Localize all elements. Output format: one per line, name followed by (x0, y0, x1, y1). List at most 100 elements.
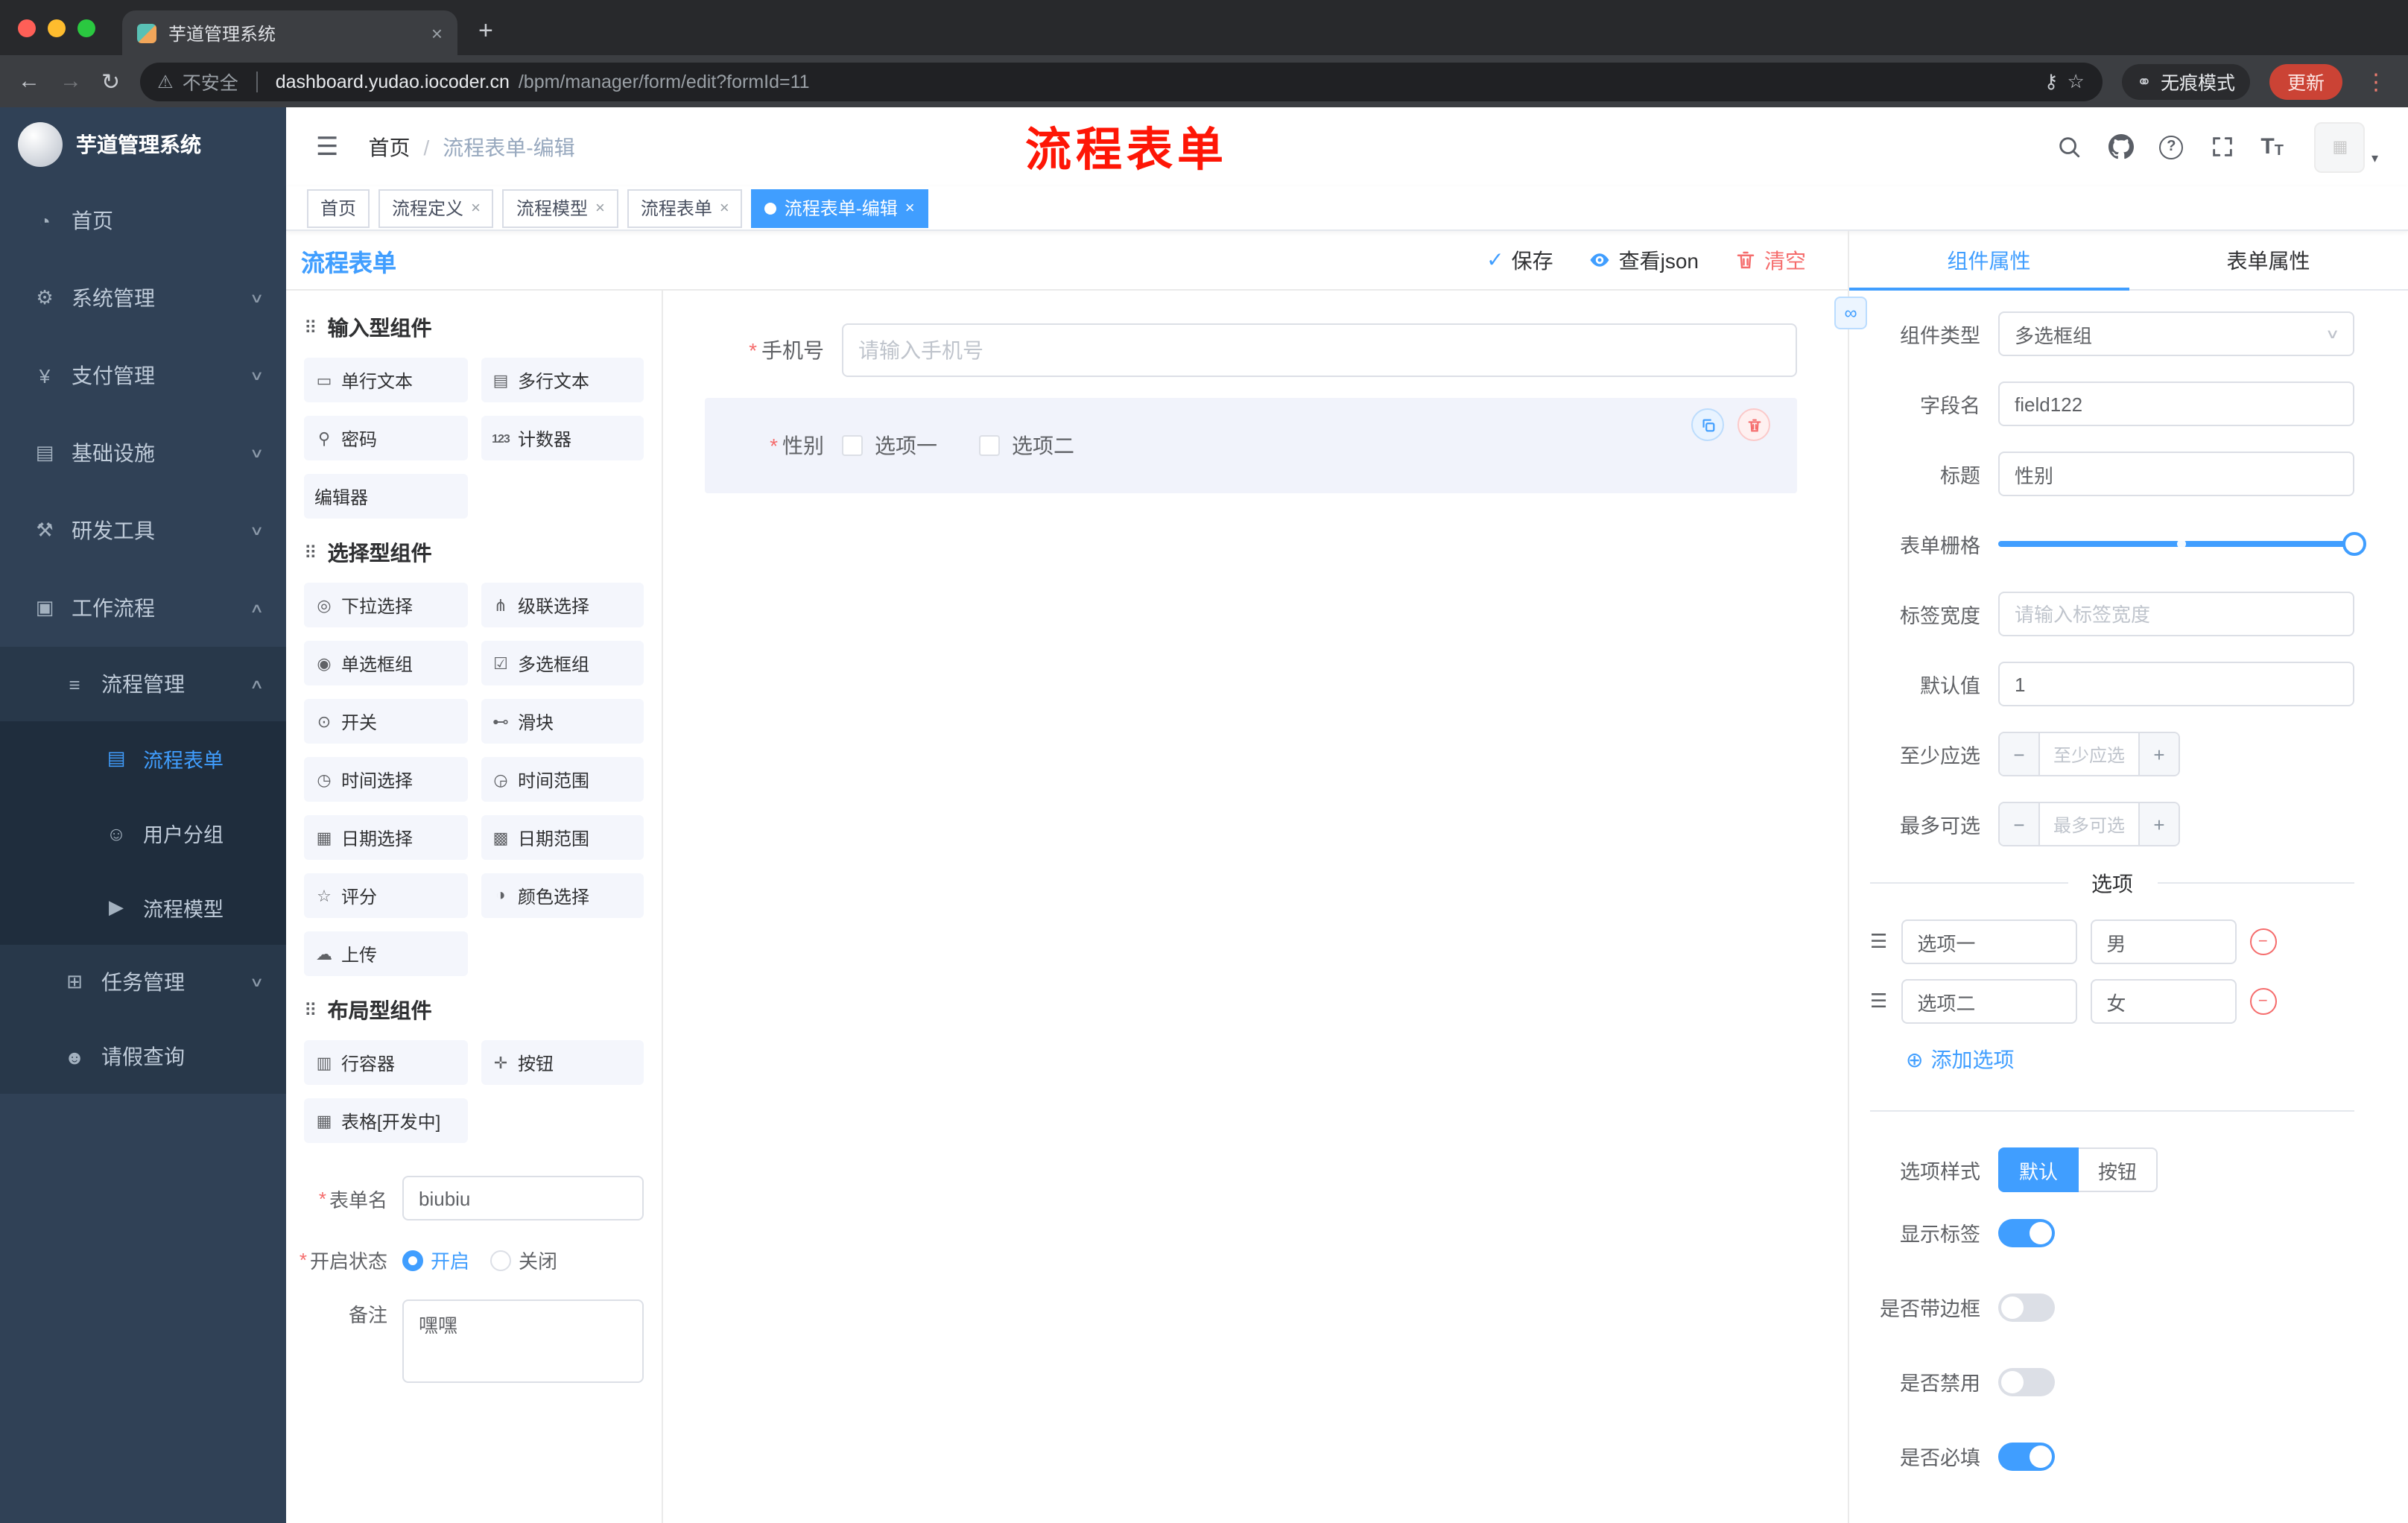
user-menu[interactable]: ▦ ▾ (2314, 121, 2378, 172)
palette-chip-upload[interactable]: ☁ 上传 (304, 931, 467, 976)
option-1-value-input[interactable] (2090, 919, 2237, 964)
security-label[interactable]: 不安全 (183, 67, 238, 95)
canvas-field-gender-selected[interactable]: * 性别 选项一 选项二 (705, 398, 1797, 493)
remove-option-button[interactable]: − (2249, 988, 2277, 1015)
title-input[interactable] (1998, 452, 2354, 496)
min-select-value[interactable]: 至少应选 (2040, 733, 2138, 775)
palette-chip-time-picker[interactable]: ◷ 时间选择 (304, 757, 467, 802)
drag-handle-icon[interactable]: ☰ (1870, 990, 1887, 1013)
palette-chip-button[interactable]: ✛ 按钮 (481, 1040, 644, 1085)
status-open-radio[interactable]: 开启 (402, 1246, 469, 1274)
reload-icon[interactable]: ↻ (101, 68, 120, 95)
form-remark-textarea[interactable]: 嘿嘿 (402, 1299, 644, 1383)
sidebar-item-dev-tools[interactable]: ⚒ 研发工具 ∨ (0, 492, 286, 569)
status-closed-radio[interactable]: 关闭 (490, 1246, 557, 1274)
zoom-window-button[interactable] (77, 19, 95, 37)
tab-form-props[interactable]: 表单属性 (2129, 231, 2408, 289)
tag-process-form[interactable]: 流程表单 × (627, 189, 743, 227)
default-value-input[interactable] (1998, 662, 2354, 706)
grid-slider[interactable] (1998, 522, 2366, 566)
palette-chip-cascader[interactable]: ⋔ 级联选择 (481, 583, 644, 627)
border-toggle[interactable] (1998, 1293, 2055, 1321)
breadcrumb-home[interactable]: 首页 (369, 132, 411, 162)
palette-chip-table[interactable]: ▦ 表格[开发中] (304, 1098, 467, 1143)
tab-component-props[interactable]: 组件属性 (1849, 231, 2129, 291)
palette-chip-date-picker[interactable]: ▦ 日期选择 (304, 815, 467, 860)
palette-chip-color-picker[interactable]: ◑ 颜色选择 (481, 873, 644, 918)
canvas-field-phone[interactable]: * 手机号 (705, 323, 1797, 377)
help-icon[interactable]: ? (2159, 135, 2184, 159)
increase-button[interactable]: + (2138, 803, 2179, 845)
sidebar-item-payment-mgmt[interactable]: ¥ 支付管理 ∨ (0, 337, 286, 414)
palette-chip-checkbox-group[interactable]: ☑ 多选框组 (481, 641, 644, 685)
update-button[interactable]: 更新 (2269, 63, 2342, 99)
max-select-value[interactable]: 最多可选 (2040, 803, 2138, 845)
form-name-input[interactable] (402, 1176, 644, 1220)
gender-option-1-checkbox[interactable]: 选项一 (842, 431, 937, 460)
option-1-name-input[interactable] (1901, 919, 2077, 964)
drag-handle-icon[interactable]: ☰ (1870, 930, 1887, 954)
palette-chip-rate[interactable]: ☆ 评分 (304, 873, 467, 918)
sidebar-item-task-mgmt[interactable]: ⊞ 任务管理 ∨ (0, 945, 286, 1019)
copy-component-button[interactable] (1691, 408, 1724, 441)
option-2-name-input[interactable] (1901, 979, 2077, 1024)
disabled-toggle[interactable] (1998, 1367, 2055, 1396)
style-button-button[interactable]: 按钮 (2079, 1147, 2158, 1192)
close-tab-icon[interactable]: × (431, 22, 443, 44)
palette-chip-row-container[interactable]: ▥ 行容器 (304, 1040, 467, 1085)
sidebar-item-leave-query[interactable]: ☻ 请假查询 (0, 1019, 286, 1094)
gender-option-2-checkbox[interactable]: 选项二 (979, 431, 1074, 460)
sidebar-item-process-model[interactable]: ▶ 流程模型 (0, 870, 286, 945)
new-tab-button[interactable]: + (478, 16, 493, 46)
option-2-value-input[interactable] (2090, 979, 2237, 1024)
close-icon[interactable]: × (471, 199, 481, 217)
url-input[interactable]: ⚠ 不安全 dashboard.yudao.iocoder.cn /bpm/ma… (139, 62, 2103, 101)
fullscreen-icon[interactable] (2208, 133, 2235, 160)
palette-chip-single-line-text[interactable]: ▭ 单行文本 (304, 358, 467, 402)
remove-option-button[interactable]: − (2249, 928, 2277, 955)
style-default-button[interactable]: 默认 (1998, 1147, 2079, 1192)
link-icon[interactable]: ∞ (1834, 297, 1867, 329)
palette-chip-date-range[interactable]: ▩ 日期范围 (481, 815, 644, 860)
palette-chip-time-range[interactable]: ◶ 时间范围 (481, 757, 644, 802)
tag-home[interactable]: 首页 (307, 189, 370, 227)
close-icon[interactable]: × (720, 199, 729, 217)
browser-menu-icon[interactable]: ⋮ (2362, 68, 2390, 95)
add-option-button[interactable]: ⊕ 添加选项 (1906, 1045, 2354, 1074)
tag-process-form-edit[interactable]: 流程表单-编辑 × (751, 189, 928, 227)
browser-tab[interactable]: 芋道管理系统 × (122, 10, 457, 55)
hamburger-icon[interactable]: ☰ (307, 132, 348, 162)
palette-chip-dropdown[interactable]: ◎ 下拉选择 (304, 583, 467, 627)
close-icon[interactable]: × (595, 199, 605, 217)
sidebar-item-process-form[interactable]: ▤ 流程表单 (0, 721, 286, 796)
close-icon[interactable]: × (905, 199, 915, 217)
show-label-toggle[interactable] (1998, 1218, 2055, 1247)
delete-component-button[interactable] (1737, 408, 1770, 441)
key-icon[interactable]: ⚷ (2044, 69, 2058, 93)
palette-chip-switch[interactable]: ⊙ 开关 (304, 699, 467, 744)
sidebar-item-home[interactable]: ◔ 首页 (0, 182, 286, 259)
sidebar-item-infrastructure[interactable]: ▤ 基础设施 ∨ (0, 414, 286, 492)
decrease-button[interactable]: − (2000, 733, 2040, 775)
tag-process-model[interactable]: 流程模型 × (502, 189, 618, 227)
sidebar-item-process-mgmt[interactable]: ≡ 流程管理 ∧ (0, 647, 286, 721)
view-json-button[interactable]: 查看json (1589, 245, 1699, 275)
github-icon[interactable] (2107, 133, 2134, 160)
component-type-select[interactable]: 多选框组 ∨ (1998, 311, 2354, 356)
slider-handle[interactable] (2342, 532, 2366, 556)
palette-chip-counter[interactable]: 123 计数器 (481, 416, 644, 460)
font-size-icon[interactable]: TT (2260, 134, 2284, 159)
phone-input[interactable] (842, 323, 1797, 377)
sidebar-item-system-mgmt[interactable]: ⚙ 系统管理 ∨ (0, 259, 286, 337)
palette-chip-password[interactable]: ⚲ 密码 (304, 416, 467, 460)
field-name-input[interactable] (1998, 381, 2354, 426)
decrease-button[interactable]: − (2000, 803, 2040, 845)
tag-process-definition[interactable]: 流程定义 × (378, 189, 494, 227)
label-width-input[interactable] (1998, 592, 2354, 636)
search-icon[interactable] (2055, 133, 2082, 160)
save-button[interactable]: ✓ 保存 (1486, 245, 1553, 275)
palette-chip-slider[interactable]: ⊷ 滑块 (481, 699, 644, 744)
increase-button[interactable]: + (2138, 733, 2179, 775)
back-icon[interactable]: ← (18, 69, 40, 94)
bookmark-star-icon[interactable]: ☆ (2068, 69, 2085, 93)
